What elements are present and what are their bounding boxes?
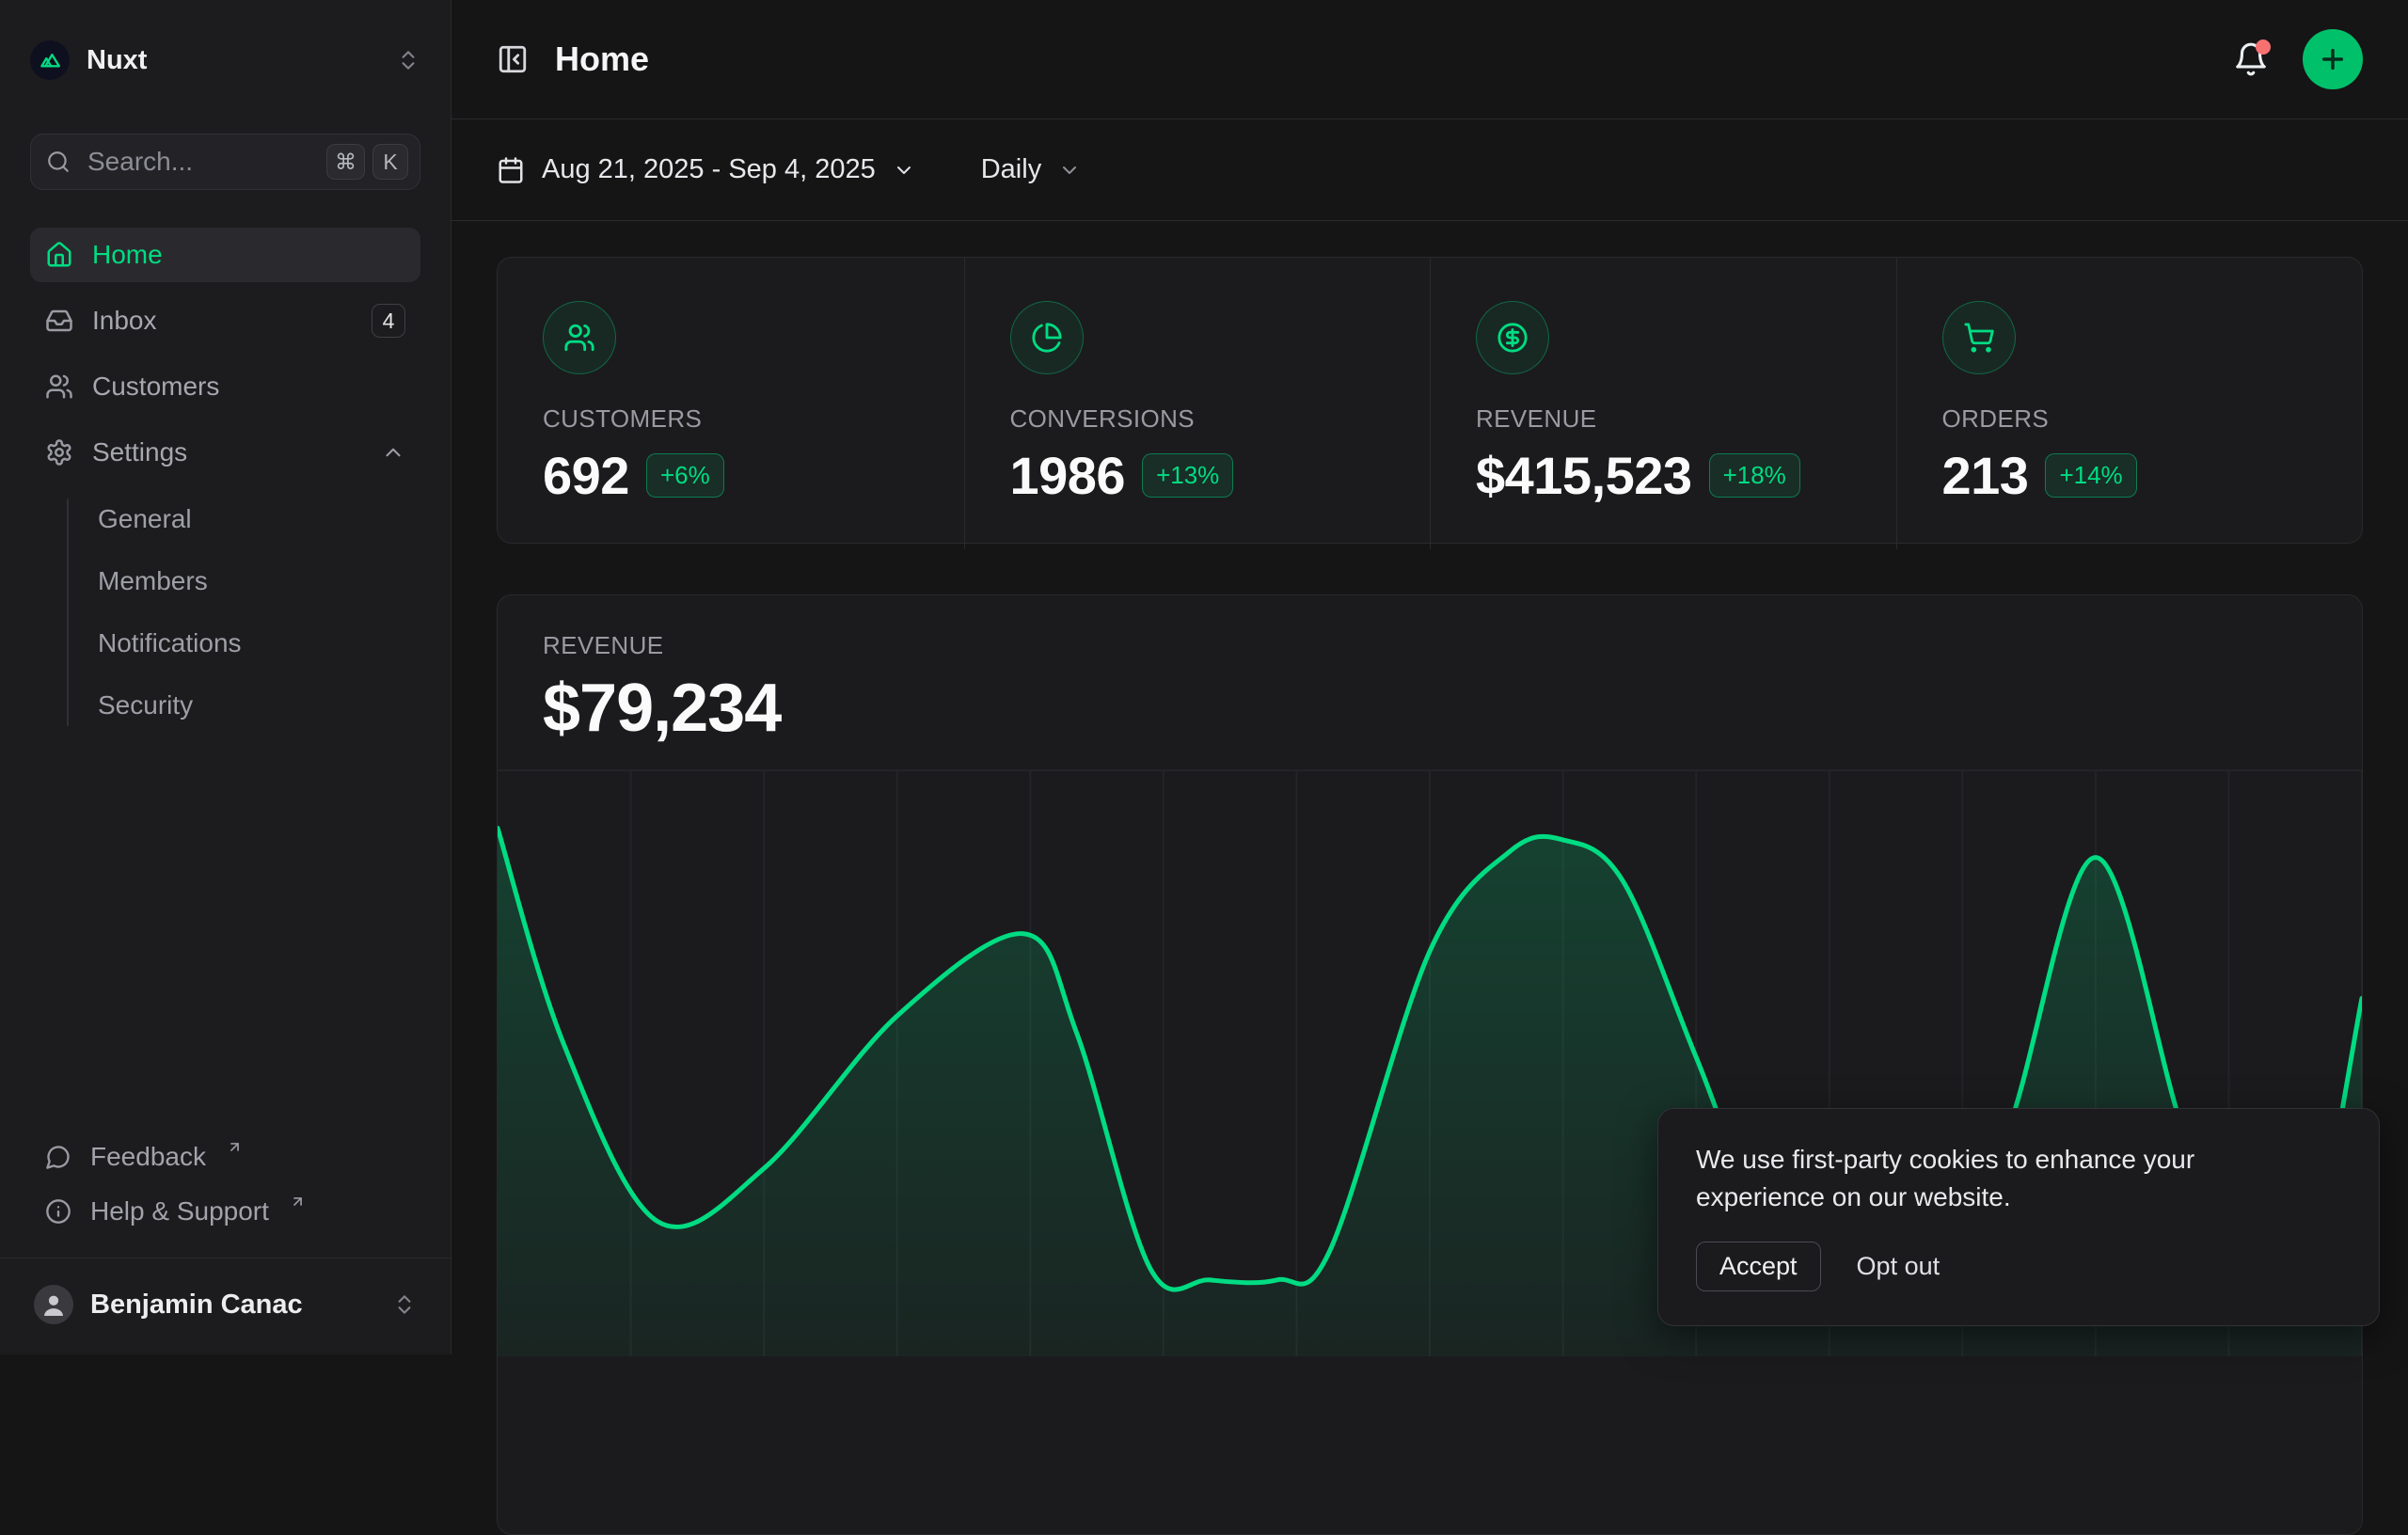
subnav-label: Notifications: [98, 628, 242, 658]
inbox-count-badge: 4: [372, 304, 405, 338]
search-input[interactable]: [86, 146, 311, 178]
external-link-icon: [290, 1194, 306, 1210]
sidebar-item-inbox[interactable]: Inbox 4: [30, 293, 420, 348]
sidebar-item-label: Home: [92, 240, 163, 270]
feedback-link[interactable]: Feedback: [30, 1130, 420, 1184]
calendar-icon: [497, 156, 525, 184]
stat-value: $415,523: [1476, 445, 1692, 506]
chevron-up-icon: [381, 440, 405, 465]
stat-value: 692: [543, 445, 629, 506]
stat-card-revenue: REVENUE $415,523 +18%: [1430, 258, 1896, 549]
kbd-cmd: ⌘: [326, 144, 365, 180]
sidebar-item-label: Inbox: [92, 306, 157, 336]
stat-delta-badge: +14%: [2045, 453, 2136, 498]
stat-value: 1986: [1010, 445, 1126, 506]
notification-dot: [2256, 40, 2271, 55]
workspace-switcher[interactable]: Nuxt: [30, 34, 420, 87]
chevrons-up-down-icon: [392, 1292, 417, 1317]
link-label: Feedback: [90, 1142, 206, 1172]
granularity-value: Daily: [981, 154, 1041, 185]
chevrons-up-down-icon: [396, 48, 420, 72]
cookie-actions: Accept Opt out: [1696, 1242, 2341, 1291]
shopping-cart-icon: [1942, 301, 2016, 374]
plus-icon: [2318, 44, 2348, 74]
message-circle-icon: [45, 1144, 71, 1170]
chevron-down-icon: [1058, 159, 1081, 182]
subnav-label: General: [98, 504, 192, 534]
sidebar-item-home[interactable]: Home: [30, 228, 420, 282]
stat-card-orders: ORDERS 213 +14%: [1896, 258, 2363, 549]
notifications-button[interactable]: [2233, 41, 2269, 77]
panel-left-close-icon: [497, 43, 529, 75]
stat-label: CUSTOMERS: [543, 404, 919, 434]
info-icon: [45, 1198, 71, 1225]
user-name: Benjamin Canac: [90, 1290, 303, 1321]
cookie-banner: We use first-party cookies to enhance yo…: [1657, 1108, 2380, 1326]
link-label: Help & Support: [90, 1196, 269, 1226]
users-icon: [45, 372, 73, 401]
header-actions: [2233, 29, 2363, 89]
settings-subnav: General Members Notifications Security: [30, 493, 420, 732]
stat-card-conversions: CONVERSIONS 1986 +13%: [964, 258, 1431, 549]
sidebar-item-members[interactable]: Members: [30, 555, 420, 608]
stat-delta-badge: +6%: [646, 453, 724, 498]
sidebar-item-settings[interactable]: Settings: [30, 425, 420, 480]
sidebar-item-general[interactable]: General: [30, 493, 420, 546]
inbox-icon: [45, 307, 73, 335]
stat-card-customers: CUSTOMERS 692 +6%: [498, 258, 964, 549]
stats-panel: CUSTOMERS 692 +6% CONVERSIONS 1986 +13%: [497, 257, 2363, 544]
page-title: Home: [555, 40, 649, 79]
date-range-value: Aug 21, 2025 - Sep 4, 2025: [542, 154, 876, 185]
workspace-name: Nuxt: [87, 45, 147, 76]
stat-label: ORDERS: [1942, 404, 2318, 434]
sidebar-item-security[interactable]: Security: [30, 679, 420, 732]
chevron-down-icon: [893, 159, 915, 182]
subnav-label: Members: [98, 566, 208, 596]
opt-out-button[interactable]: Opt out: [1857, 1252, 1941, 1281]
revenue-chart-label: REVENUE: [543, 631, 2317, 660]
cookie-message: We use first-party cookies to enhance yo…: [1696, 1141, 2251, 1217]
revenue-chart-card: REVENUE $79,234: [497, 594, 2363, 1535]
external-link-icon: [227, 1139, 243, 1155]
page-header: Home: [452, 0, 2408, 119]
nuxt-logo-icon: [30, 40, 70, 80]
search-kbd-group: ⌘ K: [326, 144, 408, 180]
sidebar-footer: Feedback Help & Support Benjamin Canac: [30, 1130, 420, 1334]
add-button[interactable]: [2303, 29, 2363, 89]
sidebar-nav: Home Inbox 4 Customers Settings General …: [30, 228, 420, 732]
pie-chart-icon: [1010, 301, 1084, 374]
stat-delta-badge: +13%: [1142, 453, 1233, 498]
stat-label: REVENUE: [1476, 404, 1851, 434]
home-icon: [45, 241, 73, 269]
user-menu[interactable]: Benjamin Canac: [30, 1275, 420, 1334]
search-icon: [46, 150, 71, 174]
users-icon: [543, 301, 616, 374]
help-support-link[interactable]: Help & Support: [30, 1184, 420, 1239]
filter-bar: Aug 21, 2025 - Sep 4, 2025 Daily: [452, 119, 2408, 221]
stat-delta-badge: +18%: [1709, 453, 1800, 498]
sidebar-item-label: Settings: [92, 437, 187, 467]
stat-label: CONVERSIONS: [1010, 404, 1386, 434]
sidebar-item-customers[interactable]: Customers: [30, 359, 420, 414]
granularity-select[interactable]: Daily: [981, 154, 1081, 185]
search-box[interactable]: ⌘ K: [30, 134, 420, 190]
sidebar-item-label: Customers: [92, 372, 219, 402]
subnav-label: Security: [98, 690, 193, 720]
date-range-picker[interactable]: Aug 21, 2025 - Sep 4, 2025: [497, 154, 915, 185]
revenue-chart-value: $79,234: [543, 670, 2317, 747]
sidebar-collapse-button[interactable]: [497, 43, 529, 75]
gear-icon: [45, 438, 73, 467]
sidebar-item-notifications[interactable]: Notifications: [30, 617, 420, 670]
circle-dollar-icon: [1476, 301, 1549, 374]
revenue-chart-header: REVENUE $79,234: [498, 595, 2362, 747]
avatar: [34, 1285, 73, 1324]
kbd-k: K: [372, 144, 408, 180]
accept-button[interactable]: Accept: [1696, 1242, 1821, 1291]
stat-value: 213: [1942, 445, 2029, 506]
sidebar: Nuxt ⌘ K Home Inbox 4 Customers: [0, 0, 452, 1354]
